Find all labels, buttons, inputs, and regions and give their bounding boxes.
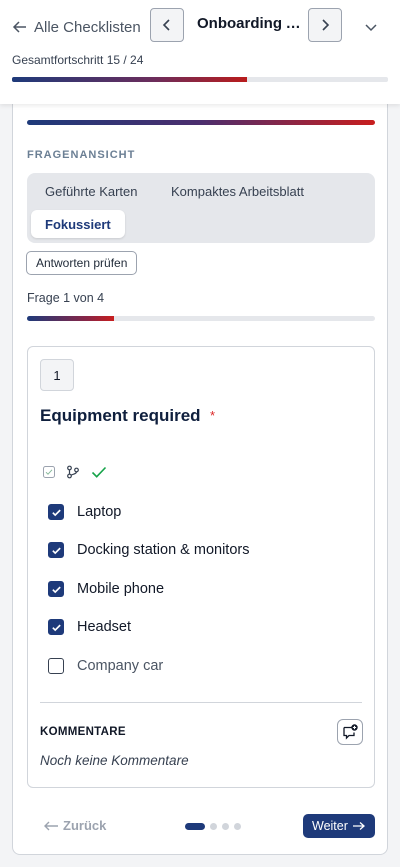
check-icon — [51, 509, 61, 516]
add-comment-button[interactable] — [337, 719, 363, 745]
step-dot — [234, 823, 241, 830]
card-accent-bar — [27, 120, 375, 125]
question-footer: Zurück Weiter — [13, 798, 387, 854]
next-checklist-button[interactable] — [308, 8, 342, 42]
answered-check-icon — [91, 466, 107, 478]
arrow-left-icon — [44, 821, 58, 830]
checkbox-checked[interactable] — [48, 619, 64, 635]
step-dot — [222, 823, 229, 830]
answer-option-label: Docking station & monitors — [77, 542, 250, 558]
arrow-left-icon — [12, 21, 26, 33]
previous-question-label: Zurück — [63, 818, 107, 833]
branch-icon — [67, 465, 79, 479]
next-question-button[interactable]: Weiter — [303, 814, 375, 838]
chevron-down-icon[interactable] — [362, 18, 380, 36]
top-header: Alle Checklisten Onboarding A... Gesamtf… — [0, 0, 400, 104]
checkbox-unchecked[interactable] — [48, 658, 64, 674]
answer-option-label: Laptop — [77, 504, 122, 520]
chevron-left-icon — [162, 19, 170, 31]
question-card: 1 Equipment required * Laptop Docking sta… — [27, 346, 375, 788]
view-mode-selector: Geführte Karten Kompaktes Arbeitsblatt F… — [27, 173, 375, 243]
next-question-label: Weiter — [312, 819, 348, 833]
check-icon — [51, 624, 61, 631]
review-answers-button[interactable]: Antworten prüfen — [26, 251, 138, 275]
question-counter: Frage 1 von 4 — [27, 291, 105, 305]
checkbox-checked[interactable] — [48, 504, 64, 520]
question-progress-bar — [27, 316, 375, 321]
checkbox-checked[interactable] — [48, 542, 64, 558]
answer-option[interactable]: Laptop — [48, 500, 121, 524]
step-dot-active — [185, 823, 205, 830]
back-to-checklists-link[interactable]: Alle Checklisten — [12, 16, 141, 38]
answer-option[interactable]: Company car — [48, 654, 163, 678]
required-marker: * — [210, 408, 216, 423]
check-icon — [51, 586, 61, 593]
answer-option-label: Mobile phone — [77, 581, 165, 597]
step-dot — [210, 823, 217, 830]
arrow-right-icon — [352, 822, 365, 830]
question-title: Equipment required — [40, 406, 201, 425]
overall-progress-label: Gesamtfortschritt 15 / 24 — [12, 53, 144, 67]
question-progress-fill — [27, 316, 114, 321]
comments-divider — [40, 702, 362, 703]
question-type-icons — [42, 463, 108, 481]
overall-progress-bar — [12, 77, 388, 82]
previous-question-button[interactable]: Zurück — [43, 818, 106, 833]
question-number-badge: 1 — [40, 359, 74, 391]
checklist-card: FRAGENANSICHT Geführte Karten Kompaktes … — [12, 95, 388, 855]
previous-checklist-button[interactable] — [150, 8, 184, 42]
chevron-right-icon — [322, 19, 330, 31]
question-view-label: FRAGENANSICHT — [27, 149, 136, 161]
tab-guided-cards[interactable]: Geführte Karten — [31, 177, 152, 205]
tab-compact-worksheet[interactable]: Kompaktes Arbeitsblatt — [157, 177, 318, 205]
overall-progress-fill — [12, 77, 247, 82]
step-indicator — [185, 823, 241, 830]
checkbox-type-icon — [43, 466, 55, 478]
answer-option[interactable]: Mobile phone — [48, 577, 164, 601]
checkbox-checked[interactable] — [48, 581, 64, 597]
checklist-title: Onboarding A... — [197, 15, 301, 32]
back-link-label: Alle Checklisten — [34, 18, 141, 36]
no-comments-text: Noch keine Kommentare — [40, 753, 189, 768]
tab-focused[interactable]: Fokussiert — [31, 210, 125, 238]
answer-option-label: Headset — [77, 619, 132, 635]
answer-option[interactable]: Headset — [48, 615, 131, 639]
answer-option[interactable]: Docking station & monitors — [48, 538, 249, 562]
check-icon — [51, 547, 61, 554]
answer-option-label: Company car — [77, 658, 164, 674]
comments-heading: KOMMENTARE — [40, 726, 126, 738]
add-comment-icon — [343, 724, 358, 740]
